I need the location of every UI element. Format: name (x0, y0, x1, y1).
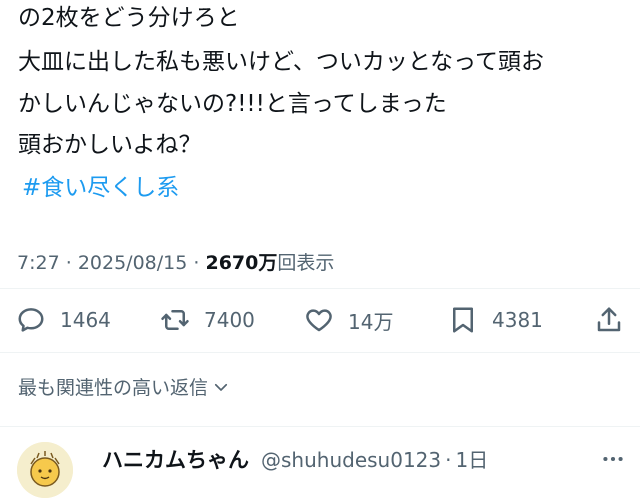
like-count: 14万 (348, 309, 394, 334)
like-button[interactable]: 14万 (304, 300, 393, 340)
avatar[interactable] (17, 442, 73, 498)
meta-separator: · (193, 252, 200, 274)
reply-sort-dropdown[interactable]: 最も関連性の高い返信 (18, 373, 230, 400)
views-unit: 万 (258, 252, 278, 274)
tweet-meta: 7:27 · 2025/08/15 · 2670万回表示 (17, 251, 334, 275)
tweet-text-line: かしいんじゃないの?!!!と言ってしまった (18, 91, 447, 117)
reply-button[interactable]: 1464 (16, 300, 111, 340)
divider (0, 288, 640, 289)
reply-display-name[interactable]: ハニカムちゃん (102, 444, 249, 474)
bookmark-button[interactable]: 4381 (448, 300, 543, 340)
views-label: 回表示 (277, 252, 335, 274)
tweet-time[interactable]: 7:27 (17, 252, 60, 274)
reply-time[interactable]: 1日 (455, 444, 488, 473)
reply-separator: · (445, 448, 452, 472)
tweet-text-line: 大皿に出した私も悪いけど、ついカッとなって頭お (18, 49, 545, 75)
bookmark-count: 4381 (492, 308, 543, 332)
retweet-button[interactable]: 7400 (160, 300, 255, 340)
bookmark-icon (453, 307, 473, 333)
reply-header: ハニカムちゃん @shuhudesu0123 · 1日 (102, 444, 488, 474)
reply-count: 1464 (60, 308, 111, 332)
heart-icon (306, 309, 332, 332)
reply-item[interactable]: ハニカムちゃん @shuhudesu0123 · 1日 (0, 428, 640, 498)
divider (0, 352, 640, 353)
more-dots-icon (603, 456, 623, 462)
views-count: 2670 (205, 252, 259, 274)
share-button[interactable] (594, 300, 624, 340)
reply-handle[interactable]: @shuhudesu0123 (261, 448, 441, 472)
tweet-date[interactable]: 2025/08/15 (78, 252, 188, 274)
retweet-count: 7400 (204, 308, 255, 332)
action-bar: 1464 7400 14万 4381 (0, 300, 640, 340)
speech-bubble-icon (18, 308, 44, 332)
tweet-text-line: 頭おかしいよね？ (18, 132, 202, 158)
tweet-text-line: の2枚をどう分けろと (18, 5, 240, 31)
avatar-illustration (17, 442, 73, 498)
retweet-icon (161, 310, 189, 330)
divider (0, 426, 640, 427)
reply-more-button[interactable] (600, 446, 626, 476)
hashtag-link[interactable]: #食い尽くし系 (22, 174, 179, 202)
chevron-down-icon (214, 383, 228, 391)
share-icon (597, 307, 621, 332)
meta-separator: · (65, 252, 72, 274)
reply-sort-label: 最も関連性の高い返信 (18, 377, 209, 399)
